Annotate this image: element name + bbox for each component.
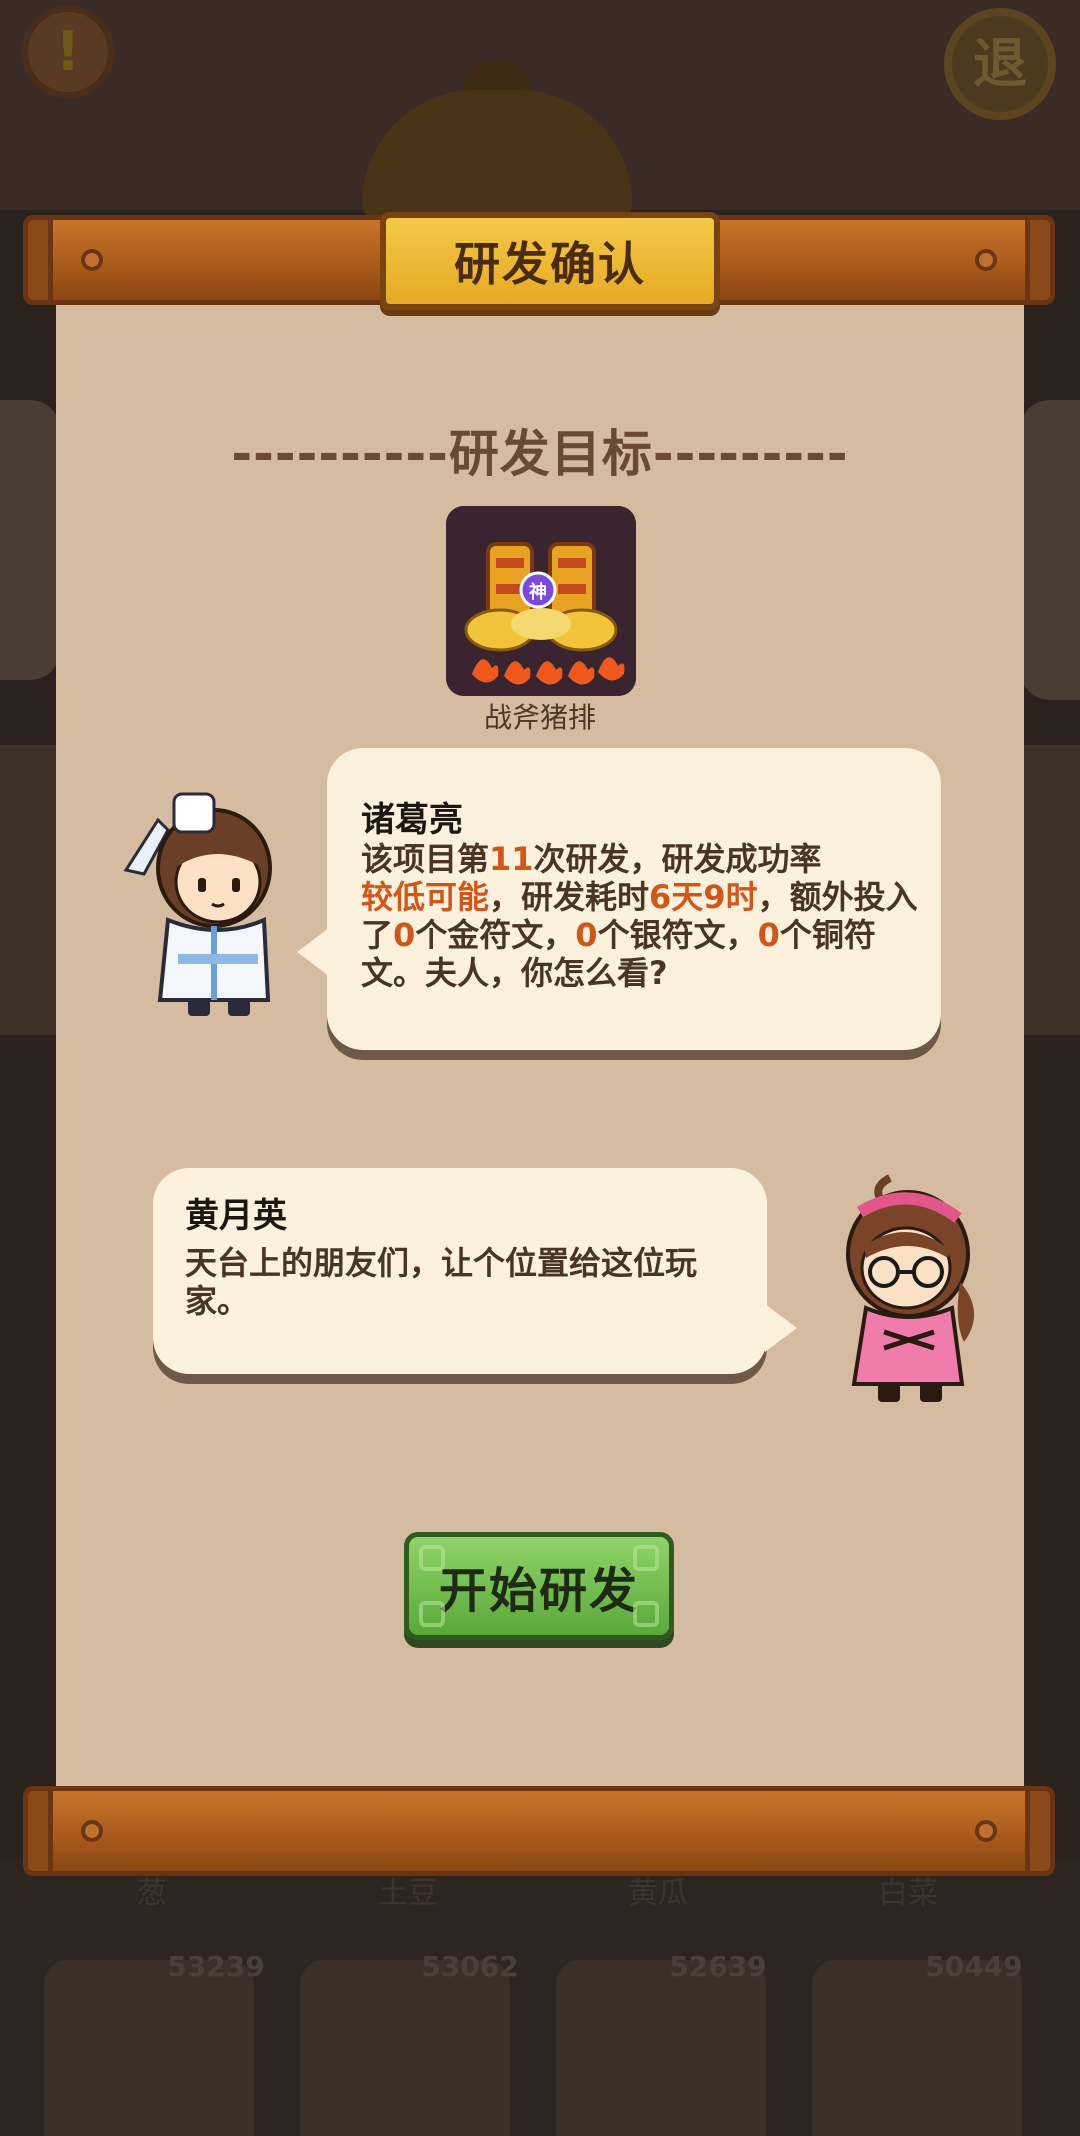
alert-icon <box>22 6 114 98</box>
huang-speech-bubble: 黄月英 天台上的朋友们，让个位置给这位玩家。 <box>153 1168 797 1374</box>
crop-tile <box>556 1960 766 2136</box>
nail-icon <box>975 1820 997 1842</box>
speech-text: 该项目第11次研发，研发成功率 较低可能，研发耗时6天9时，额外投入了0个金符文，… <box>361 840 918 992</box>
start-research-button[interactable]: 开始研发 <box>404 1532 674 1640</box>
crop-score: 53239 <box>167 1950 265 1983</box>
dialog-title-plaque: 研发确认 <box>380 212 720 310</box>
speech-text: 天台上的朋友们，让个位置给这位玩家。 <box>185 1244 698 1320</box>
crop-score: 53062 <box>421 1950 519 1983</box>
start-research-label: 开始研发 <box>438 1563 639 1619</box>
huang-yueying-avatar <box>846 1174 975 1402</box>
nail-icon <box>81 249 103 271</box>
tomahawk-pork-chop-icon: 神 <box>446 506 636 696</box>
background-character-right <box>1020 400 1080 700</box>
exit-button: 退 <box>944 8 1056 120</box>
silver-rune-count: 0 <box>575 916 598 954</box>
item-name: 战斧猪排 <box>483 701 596 734</box>
research-time: 6天9时 <box>649 878 758 916</box>
crop-score: 52639 <box>669 1950 767 1983</box>
svg-text:神: 神 <box>529 581 547 603</box>
gold-rune-count: 0 <box>393 916 416 954</box>
zhuge-liang-avatar <box>123 792 272 1016</box>
nail-icon <box>81 1820 103 1842</box>
crop-score: 50449 <box>925 1950 1023 1983</box>
dialog-title: 研发确认 <box>454 237 646 291</box>
crop-tile <box>300 1960 510 2136</box>
crop-tile <box>812 1960 1022 2136</box>
section-heading: ----------研发目标--------- <box>231 425 849 483</box>
item-card: 神 <box>446 506 636 696</box>
speaker-name: 诸葛亮 <box>361 800 463 840</box>
zhuge-speech-bubble: 诸葛亮 该项目第11次研发，研发成功率 较低可能，研发耗时6天9时，额外投入了0个… <box>297 748 941 1050</box>
copper-rune-count: 0 <box>757 916 780 954</box>
research-count: 11 <box>489 840 534 878</box>
success-rate: 较低可能 <box>361 878 490 916</box>
speaker-name: 黄月英 <box>185 1196 287 1236</box>
crop-tile <box>44 1960 254 2136</box>
scroll-rod-bottom <box>23 1786 1055 1876</box>
background-character-left <box>0 400 60 680</box>
nail-icon <box>975 249 997 271</box>
